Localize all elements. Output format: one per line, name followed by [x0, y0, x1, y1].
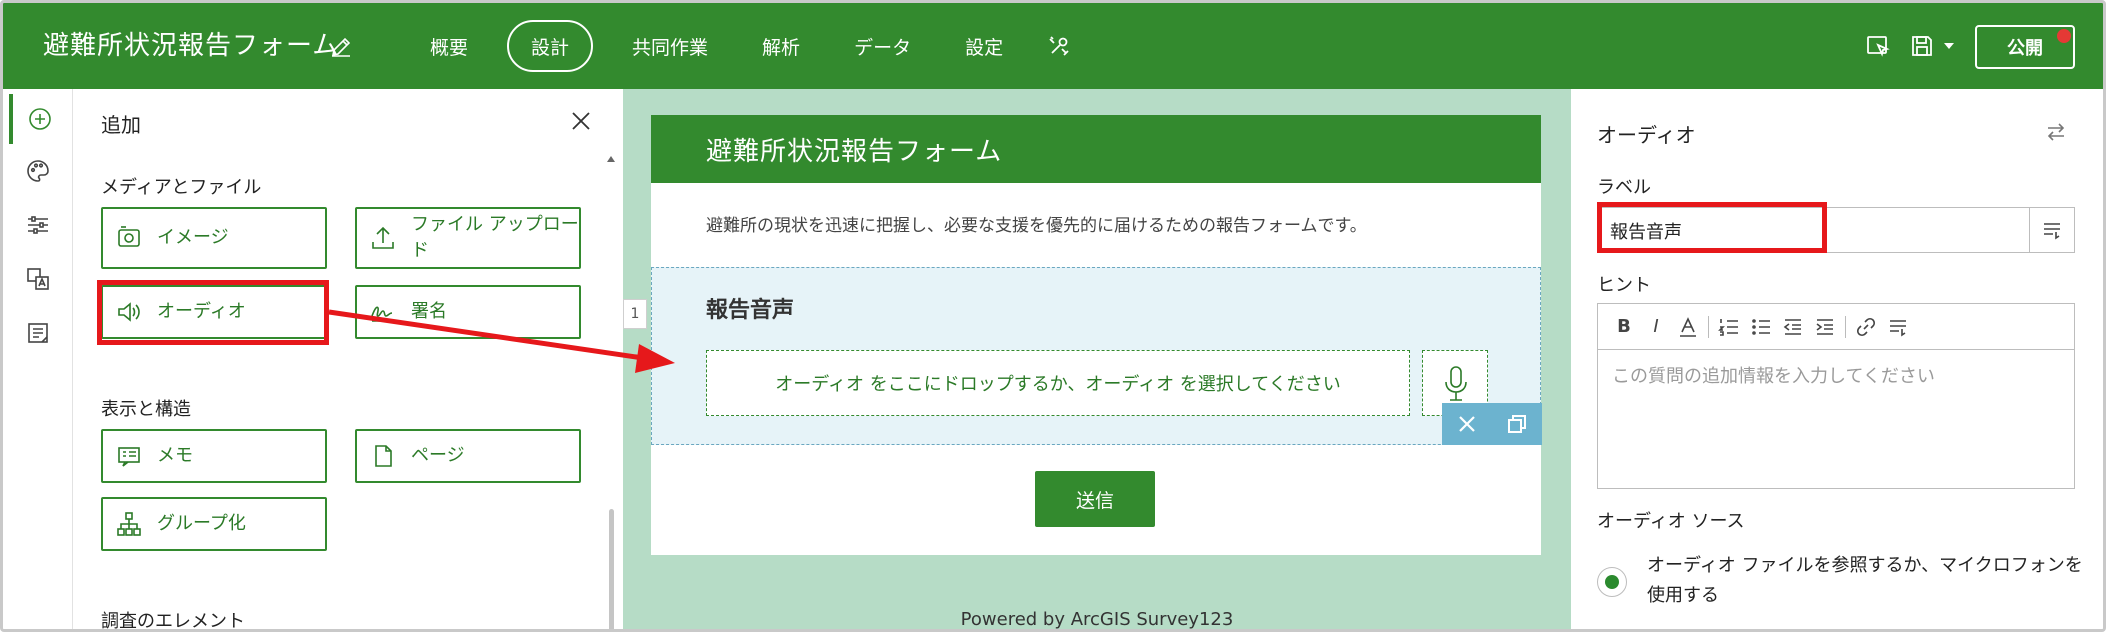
form-rules-icon	[28, 323, 48, 343]
add-panel-title: 追加	[101, 113, 141, 137]
link-icon[interactable]	[1855, 316, 1877, 338]
hint-toolbar: B I	[1598, 304, 2074, 350]
tab-collaborate[interactable]: 共同作業	[605, 20, 735, 72]
bullet-list-icon[interactable]	[1750, 316, 1772, 338]
preview-icon[interactable]	[1865, 33, 1891, 59]
indent-icon[interactable]	[1814, 316, 1836, 338]
rail-language[interactable]	[9, 254, 67, 304]
main-nav: 概要 設計 共同作業 解析 データ 設定	[403, 3, 1074, 89]
powered-by: Powered by ArcGIS Survey123	[960, 609, 1234, 630]
signature-icon	[371, 306, 394, 322]
image-icon	[118, 226, 140, 247]
highlight-audio-tile	[97, 280, 329, 345]
file-upload-tile-label: ファイル アップロード	[411, 214, 579, 261]
section-media-files: メディアとファイル	[101, 177, 262, 198]
duplicate-icon[interactable]	[1505, 412, 1529, 436]
font-color-icon[interactable]	[1677, 316, 1699, 338]
form-description[interactable]: 避難所の現状を迅速に把握し、必要な支援を優先的に届けるための報告フォームです。	[706, 211, 1367, 236]
upload-icon	[372, 226, 394, 249]
note-tile-label: メモ	[157, 445, 193, 466]
section-survey-elements: 調査のエレメント	[101, 611, 245, 632]
note-icon	[118, 447, 140, 467]
rail-appearance[interactable]	[9, 146, 67, 196]
italic-icon[interactable]: I	[1645, 316, 1667, 338]
audio-source-option-label: オーディオ ファイルを参照するか、マイクロフォンを使用する	[1647, 555, 2083, 606]
form-header[interactable]: 避難所状況報告フォーム	[651, 115, 1541, 183]
tab-overview[interactable]: 概要	[403, 20, 495, 72]
properties-panel: オーディオ ラベル 報告音声 ヒント B I この質問の追加情報を入力してくださ…	[1571, 89, 2103, 629]
properties-title: オーディオ	[1597, 123, 1696, 147]
toolbar-divider	[1708, 315, 1709, 338]
rail-add[interactable]	[9, 94, 67, 144]
form-card: 避難所状況報告フォーム 避難所の現状を迅速に把握し、必要な支援を優先的に届けるた…	[651, 115, 1542, 555]
bold-icon[interactable]: B	[1613, 316, 1635, 338]
question-label: 報告音声	[706, 298, 795, 323]
palette-icon	[27, 160, 49, 182]
outdent-icon[interactable]	[1782, 316, 1804, 338]
rail-options[interactable]	[9, 200, 67, 250]
page-tile-label: ページ	[411, 445, 465, 466]
tab-analyze[interactable]: 解析	[735, 20, 827, 72]
hint-field-title: ヒント	[1597, 275, 1651, 296]
label-field-title: ラベル	[1597, 177, 1651, 198]
delete-close-icon[interactable]	[1455, 412, 1479, 436]
translate-icon	[27, 268, 49, 290]
close-icon[interactable]	[569, 109, 593, 133]
top-bar: 避難所状況報告フォーム 概要 設計 共同作業 解析 データ 設定 公開	[3, 3, 2103, 89]
form-canvas: 避難所状況報告フォーム 避難所の現状を迅速に把握し、必要な支援を優先的に届けるた…	[623, 89, 1571, 630]
left-rail	[3, 89, 73, 629]
question-actions	[1442, 403, 1542, 445]
microphone-icon	[1445, 366, 1467, 401]
group-tile-label: グループ化	[157, 513, 246, 534]
signature-tile-label: 署名	[411, 301, 447, 322]
label-format-button[interactable]	[2029, 207, 2075, 253]
page-icon	[375, 445, 392, 467]
panel-scrollbar-thumb[interactable]	[609, 509, 614, 629]
text-format-icon[interactable]	[1887, 316, 1909, 338]
add-circle-icon	[29, 108, 51, 130]
group-hierarchy-icon	[117, 512, 141, 536]
survey-title[interactable]: 避難所状況報告フォーム	[43, 25, 339, 62]
tab-data[interactable]: データ	[827, 20, 938, 72]
group-tile[interactable]: グループ化	[101, 497, 327, 551]
highlight-label-input	[1597, 202, 1827, 253]
scroll-up-arrow-icon[interactable]	[606, 155, 616, 163]
image-tile-label: イメージ	[157, 227, 229, 248]
edit-title-pencil-icon[interactable]	[329, 35, 353, 59]
unpublished-changes-badge	[2057, 29, 2071, 43]
app-window: 避難所状況報告フォーム 概要 設計 共同作業 解析 データ 設定 公開 追加 メ…	[0, 0, 2106, 632]
audio-question[interactable]: 報告音声 オーディオ をここにドロップするか、オーディオ を選択してください	[651, 267, 1542, 445]
hint-textarea[interactable]: この質問の追加情報を入力してください	[1598, 350, 2074, 400]
save-menu-chevron-down-icon[interactable]	[1943, 41, 1955, 51]
rail-rules[interactable]	[9, 308, 67, 358]
toolbar-divider	[1845, 315, 1846, 338]
file-upload-tile[interactable]: ファイル アップロード	[355, 207, 581, 269]
note-tile[interactable]: メモ	[101, 429, 327, 483]
numbered-list-icon[interactable]	[1718, 316, 1740, 338]
save-icon[interactable]	[1909, 33, 1935, 59]
audio-dropzone[interactable]: オーディオ をここにドロップするか、オーディオ を選択してください	[706, 350, 1410, 416]
question-number: 1	[623, 299, 647, 329]
tab-settings[interactable]: 設定	[938, 20, 1030, 72]
tab-design[interactable]: 設計	[507, 20, 594, 72]
hint-editor: B I この質問の追加情報を入力してください	[1597, 303, 2075, 489]
section-display-structure: 表示と構造	[101, 399, 191, 420]
sliders-icon	[28, 216, 48, 234]
signature-tile[interactable]: 署名	[355, 285, 581, 339]
add-panel: 追加 メディアとファイル イメージ ファイル アップロード オーディオ 署名 表…	[73, 89, 623, 632]
page-tile[interactable]: ページ	[355, 429, 581, 483]
image-tile[interactable]: イメージ	[101, 207, 327, 269]
text-format-icon	[2044, 223, 2060, 240]
audio-source-radio[interactable]	[1597, 567, 1627, 597]
swap-arrows-icon[interactable]	[2045, 121, 2067, 143]
submit-button[interactable]: 送信	[1035, 471, 1155, 527]
audio-source-title: オーディオ ソース	[1597, 511, 1745, 532]
tools-icon[interactable]	[1044, 31, 1074, 61]
